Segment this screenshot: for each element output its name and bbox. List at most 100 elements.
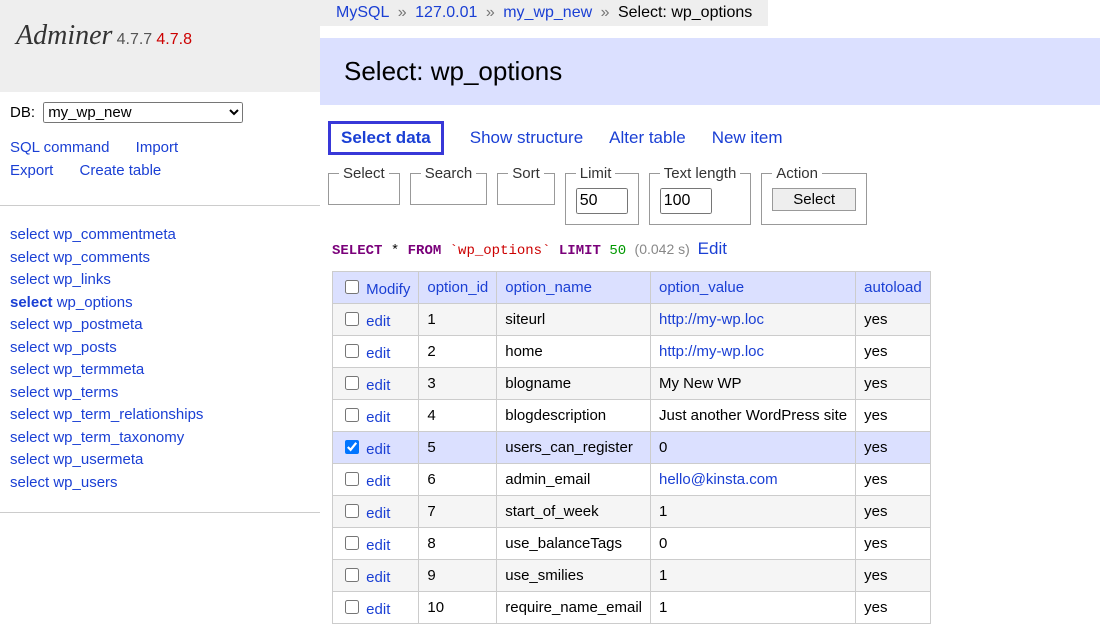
value-link[interactable]: hello@kinsta.com	[659, 471, 778, 488]
row-checkbox[interactable]	[345, 376, 359, 390]
row-checkbox[interactable]	[345, 472, 359, 486]
sql-select: SELECT	[332, 243, 382, 259]
breadcrumb-link[interactable]: 127.0.01	[415, 4, 477, 21]
edit-link[interactable]: edit	[366, 537, 390, 554]
cell-option-id: 3	[419, 368, 497, 400]
edit-link[interactable]: edit	[366, 505, 390, 522]
table-list: select wp_commentmetaselect wp_commentss…	[0, 214, 320, 504]
edit-link[interactable]: edit	[366, 313, 390, 330]
row-checkbox[interactable]	[345, 600, 359, 614]
tab-new-item[interactable]: New item	[712, 128, 783, 148]
table-link-wp_term_taxonomy[interactable]: select wp_term_taxonomy	[10, 427, 310, 450]
table-link-wp_options[interactable]: select wp_options	[10, 292, 310, 315]
table-link-wp_termmeta[interactable]: select wp_termmeta	[10, 359, 310, 382]
table-link-wp_users[interactable]: select wp_users	[10, 472, 310, 495]
db-select[interactable]: my_wp_new	[43, 102, 243, 123]
value-link[interactable]: http://my-wp.loc	[659, 311, 764, 328]
table-link-wp_terms[interactable]: select wp_terms	[10, 382, 310, 405]
link-sql-command[interactable]: SQL command	[10, 139, 110, 156]
edit-link[interactable]: edit	[366, 345, 390, 362]
table-link-wp_term_relationships[interactable]: select wp_term_relationships	[10, 404, 310, 427]
col-option-id: option_id	[419, 272, 497, 304]
row-checkbox[interactable]	[345, 536, 359, 550]
cell-autoload: yes	[856, 368, 931, 400]
row-checkbox[interactable]	[345, 568, 359, 582]
row-checkbox[interactable]	[345, 440, 359, 454]
value-link[interactable]: http://my-wp.loc	[659, 343, 764, 360]
breadcrumb-current: Select: wp_options	[618, 4, 752, 21]
edit-link[interactable]: edit	[366, 473, 390, 490]
breadcrumb-link[interactable]: MySQL	[336, 4, 389, 21]
cell-option-id: 8	[419, 528, 497, 560]
fieldset-search[interactable]: Search	[410, 165, 488, 205]
tab-alter-table[interactable]: Alter table	[609, 128, 686, 148]
tab-show-structure[interactable]: Show structure	[470, 128, 583, 148]
table-link-wp_postmeta[interactable]: select wp_postmeta	[10, 314, 310, 337]
cell-option-id: 6	[419, 464, 497, 496]
cell-option-value: http://my-wp.loc	[651, 304, 856, 336]
cell-option-name: require_name_email	[497, 592, 651, 624]
legend-action: Action	[772, 165, 822, 182]
tab-select-data[interactable]: Select data	[328, 121, 444, 155]
fieldset-select[interactable]: Select	[328, 165, 400, 205]
row-checkbox[interactable]	[345, 504, 359, 518]
filter-fieldsets: Select Search Sort Limit Text length Act…	[320, 161, 1100, 233]
text-length-input[interactable]	[660, 188, 712, 214]
table-row: edit6admin_emailhello@kinsta.comyes	[333, 464, 931, 496]
edit-link[interactable]: edit	[366, 569, 390, 586]
table-link-wp_links[interactable]: select wp_links	[10, 269, 310, 292]
cell-option-id: 7	[419, 496, 497, 528]
edit-link[interactable]: edit	[366, 601, 390, 618]
cell-option-id: 4	[419, 400, 497, 432]
cell-option-value: 1	[651, 496, 856, 528]
table-row: edit4blogdescriptionJust another WordPre…	[333, 400, 931, 432]
table-link-wp_commentmeta[interactable]: select wp_commentmeta	[10, 224, 310, 247]
sql-from: FROM	[408, 243, 442, 259]
cell-option-name: admin_email	[497, 464, 651, 496]
sql-table: `wp_options`	[450, 243, 551, 259]
cell-option-name: blogname	[497, 368, 651, 400]
db-label: DB:	[10, 104, 35, 121]
link-export[interactable]: Export	[10, 162, 53, 179]
cell-option-name: use_smilies	[497, 560, 651, 592]
divider	[0, 512, 320, 513]
table-row: edit8use_balanceTags0yes	[333, 528, 931, 560]
table-row: edit9use_smilies1yes	[333, 560, 931, 592]
select-button[interactable]	[772, 188, 856, 211]
col-option-name: option_name	[497, 272, 651, 304]
table-row: edit10require_name_email1yes	[333, 592, 931, 624]
query-edit-link[interactable]: Edit	[698, 239, 727, 258]
col-autoload: autoload	[856, 272, 931, 304]
row-checkbox[interactable]	[345, 408, 359, 422]
check-all[interactable]	[345, 280, 359, 294]
version-current: 4.7.7	[117, 31, 153, 48]
edit-link[interactable]: edit	[366, 441, 390, 458]
cell-option-name: siteurl	[497, 304, 651, 336]
row-checkbox[interactable]	[345, 312, 359, 326]
legend-search: Search	[421, 165, 477, 182]
content: MySQL » 127.0.01 » my_wp_new » Select: w…	[320, 0, 1100, 634]
edit-link[interactable]: edit	[366, 409, 390, 426]
edit-link[interactable]: edit	[366, 377, 390, 394]
side-links: SQL command Import Export Create table	[0, 133, 320, 197]
cell-option-value: Just another WordPress site	[651, 400, 856, 432]
fieldset-limit: Limit	[565, 165, 639, 225]
table-link-wp_usermeta[interactable]: select wp_usermeta	[10, 449, 310, 472]
table-row: edit2homehttp://my-wp.locyes	[333, 336, 931, 368]
row-checkbox[interactable]	[345, 344, 359, 358]
cell-autoload: yes	[856, 528, 931, 560]
table-row: edit7start_of_week1yes	[333, 496, 931, 528]
link-import[interactable]: Import	[136, 139, 179, 156]
query-time: (0.042 s)	[635, 241, 690, 257]
table-link-wp_comments[interactable]: select wp_comments	[10, 247, 310, 270]
table-row: edit1siteurlhttp://my-wp.locyes	[333, 304, 931, 336]
table-link-wp_posts[interactable]: select wp_posts	[10, 337, 310, 360]
cell-option-value: My New WP	[651, 368, 856, 400]
fieldset-sort[interactable]: Sort	[497, 165, 555, 205]
link-create-table[interactable]: Create table	[80, 162, 162, 179]
col-modify-label[interactable]: Modify	[366, 281, 410, 298]
cell-autoload: yes	[856, 400, 931, 432]
breadcrumb-link[interactable]: my_wp_new	[503, 4, 592, 21]
table-row: edit 3blognameMy New WPyes	[333, 368, 931, 400]
limit-input[interactable]	[576, 188, 628, 214]
